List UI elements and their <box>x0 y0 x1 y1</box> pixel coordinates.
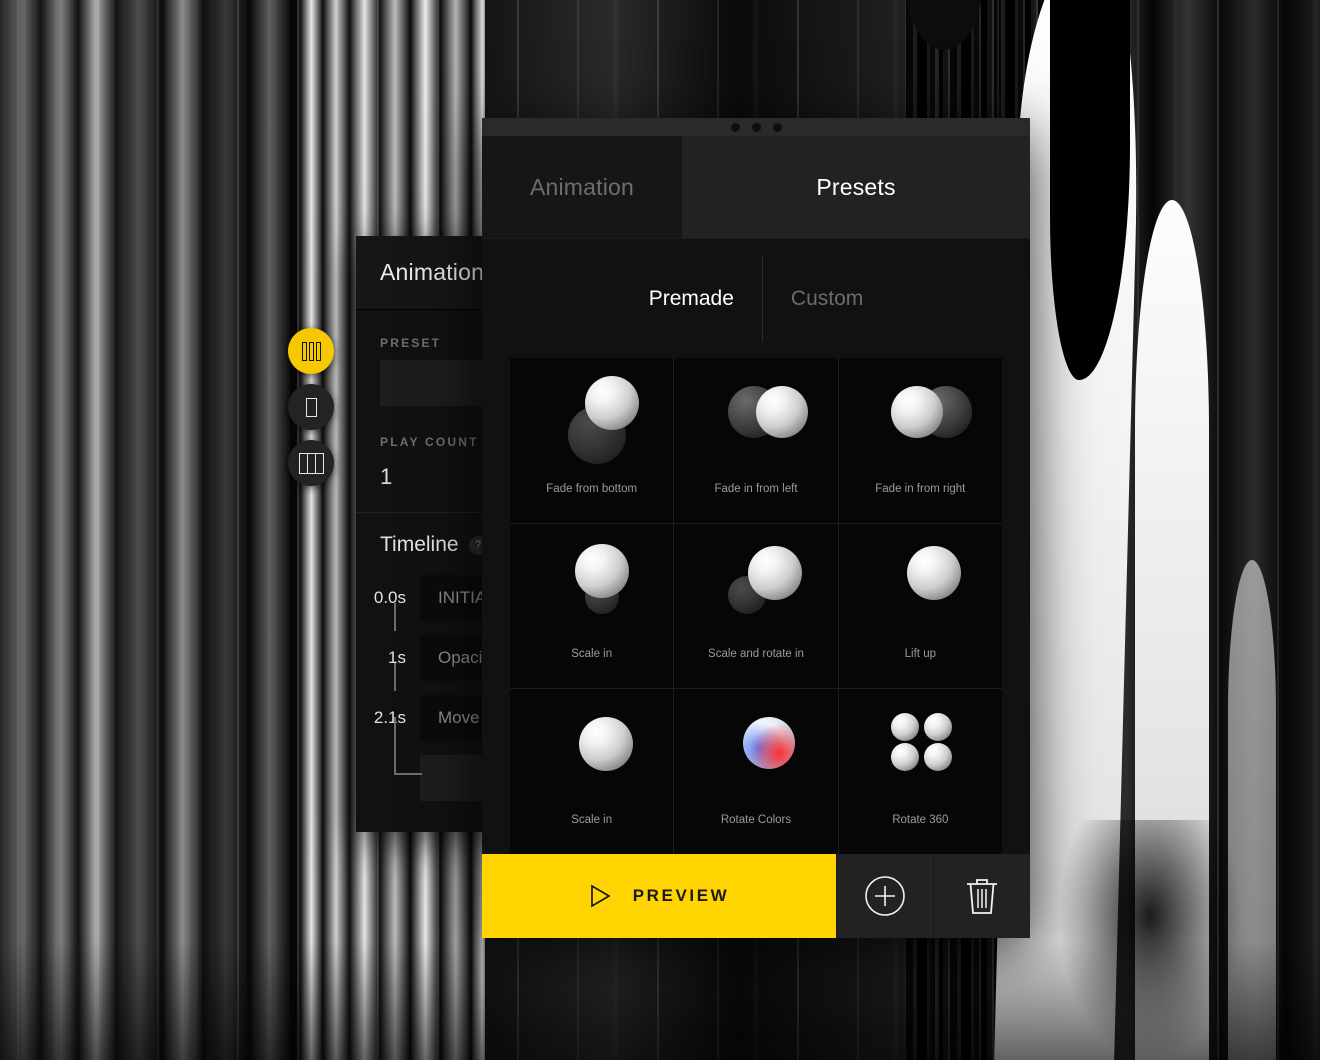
sphere <box>578 717 633 772</box>
timeline-title: Timeline <box>380 533 459 556</box>
sphere-colored <box>742 717 795 770</box>
preset-label: Lift up <box>904 648 936 661</box>
delete-preset-button[interactable] <box>933 854 1030 938</box>
play-triangle-icon <box>590 884 611 908</box>
drag-handle-dots[interactable] <box>482 118 1030 136</box>
preset-card[interactable]: Scale and rotate in <box>674 523 838 689</box>
preset-card[interactable]: Scale in <box>510 523 674 689</box>
preset-label: Rotate 360 <box>892 814 949 826</box>
single-panel-icon <box>305 397 317 417</box>
preset-card[interactable]: Lift up <box>838 523 1002 689</box>
page-title: Animation <box>380 259 485 285</box>
preset-thumbnail <box>510 358 673 470</box>
preset-thumbnail <box>510 524 673 636</box>
timeline-tick <box>394 603 396 631</box>
timeline-bracket <box>394 717 422 775</box>
modal-tabs: Animation Presets <box>482 136 1030 238</box>
preset-thumbnail <box>839 524 1002 636</box>
sphere <box>755 386 808 438</box>
timeline-tick <box>394 663 396 691</box>
grid-icon <box>298 452 324 474</box>
preset-thumbnail <box>839 358 1002 470</box>
grid-layout-button[interactable] <box>288 440 334 486</box>
columns-icon <box>301 341 321 361</box>
timeline-time: 0.0s <box>373 588 406 607</box>
preset-label: Fade in from left <box>714 482 798 495</box>
sphere <box>585 376 640 430</box>
sphere <box>907 545 962 600</box>
preset-label: Fade from bottom <box>546 482 638 495</box>
sphere <box>923 713 952 742</box>
preset-label: Scale in <box>571 814 613 826</box>
modal-action-bar: PREVIEW <box>482 854 1030 938</box>
preset-card[interactable]: Fade in from left <box>674 358 838 523</box>
plus-circle-icon <box>865 876 905 916</box>
background-bottom-fade <box>0 940 1320 1060</box>
tool-rail <box>288 328 336 496</box>
sphere <box>890 713 919 742</box>
preset-card[interactable]: Fade in from right <box>838 358 1002 523</box>
single-panel-layout-button[interactable] <box>288 384 334 430</box>
preset-card[interactable]: Fade from bottom <box>510 358 674 523</box>
trash-icon <box>967 879 997 914</box>
tab-animation[interactable]: Animation <box>482 136 682 238</box>
preset-source-segmented-control: Premade Custom <box>482 238 1030 358</box>
add-preset-button[interactable] <box>836 854 933 938</box>
play-count-label-text: PLAY COUNT <box>380 435 479 449</box>
preset-thumbnail <box>510 689 673 801</box>
segment-custom[interactable]: Custom <box>763 287 891 311</box>
timeline-time: 1s <box>388 648 406 667</box>
sphere <box>890 743 919 772</box>
preset-label: Fade in from right <box>875 482 966 495</box>
columns-layout-button[interactable] <box>288 328 334 374</box>
presets-grid-wrap: Fade from bottom Fade in from left Fade … <box>482 358 1030 854</box>
sphere <box>575 543 630 598</box>
segment-premade[interactable]: Premade <box>621 287 762 311</box>
preset-card[interactable]: Scale in <box>510 689 674 854</box>
drag-dot <box>772 122 782 132</box>
drag-dot <box>730 122 740 132</box>
preset-thumbnail <box>674 524 837 636</box>
preview-label: PREVIEW <box>632 886 730 905</box>
preset-thumbnail <box>674 689 837 801</box>
sphere <box>890 386 943 438</box>
presets-grid: Fade from bottom Fade in from left Fade … <box>510 358 1002 854</box>
preset-label: Rotate Colors <box>720 814 792 826</box>
sphere <box>923 743 952 772</box>
tab-presets[interactable]: Presets <box>682 136 1030 238</box>
presets-modal: Animation Presets Premade Custom Fade fr… <box>482 118 1030 938</box>
preset-label: Scale and rotate in <box>708 648 804 661</box>
preset-thumbnail <box>674 358 837 470</box>
preset-card[interactable]: Rotate 360 <box>838 689 1002 854</box>
sphere <box>747 545 802 600</box>
preset-card[interactable]: Rotate Colors <box>674 689 838 854</box>
preset-thumbnail <box>839 689 1002 801</box>
drag-dot <box>751 122 761 132</box>
preset-label: Scale in <box>571 648 613 661</box>
preview-button[interactable]: PREVIEW <box>482 854 836 938</box>
